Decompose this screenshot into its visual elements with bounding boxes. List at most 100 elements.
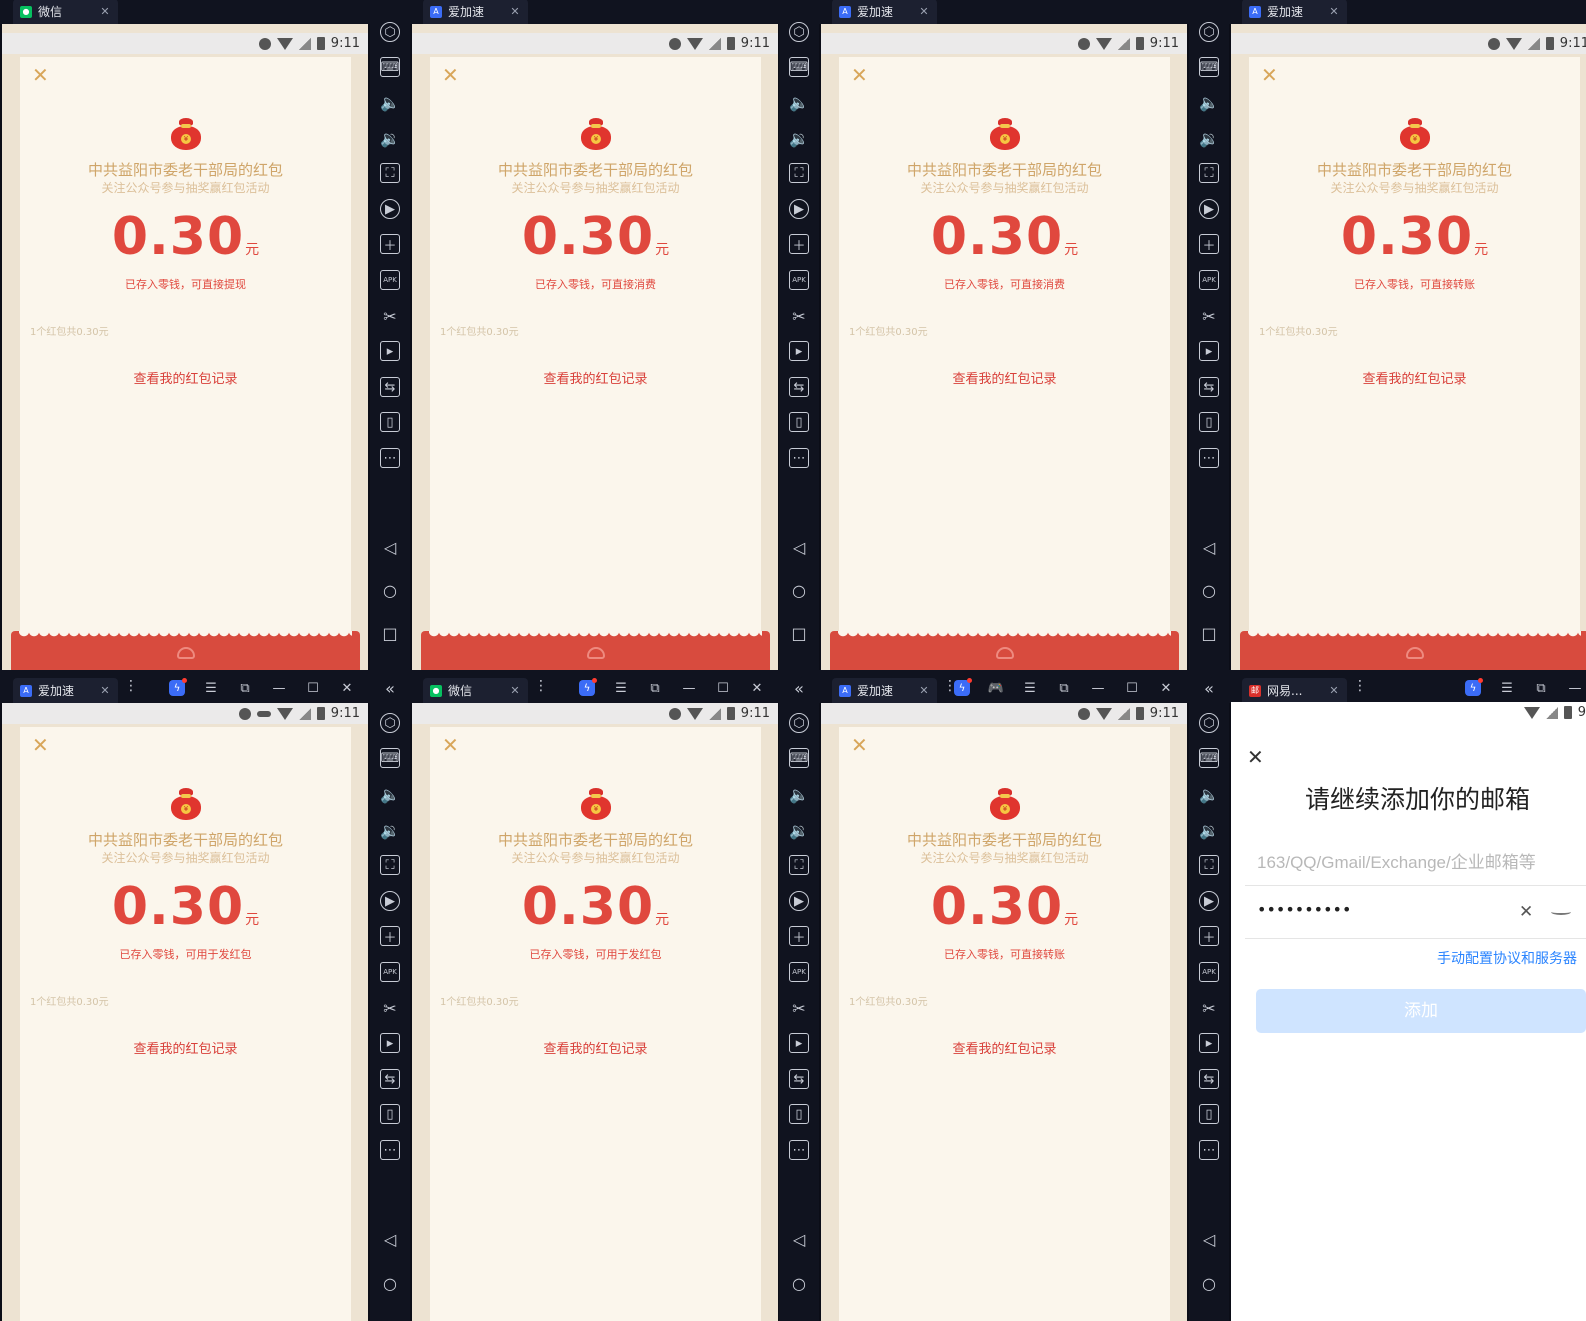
record-icon[interactable]: ▶: [1199, 199, 1219, 219]
scissors-icon[interactable]: ✂: [380, 306, 400, 326]
apk-install-icon[interactable]: APK: [1199, 962, 1219, 982]
close-icon[interactable]: ✕: [442, 65, 459, 85]
record-icon[interactable]: ▶: [380, 199, 400, 219]
close-window-icon[interactable]: ✕: [1149, 678, 1183, 698]
close-icon[interactable]: ✕: [1247, 745, 1264, 769]
maximize-icon[interactable]: ☐: [1115, 678, 1149, 698]
keyboard-icon[interactable]: ⌨: [380, 748, 400, 768]
video-icon[interactable]: ▸: [1199, 341, 1219, 361]
minimize-icon[interactable]: —: [672, 678, 706, 698]
maximize-icon[interactable]: ☐: [706, 678, 740, 698]
close-tab-icon[interactable]: ✕: [508, 684, 522, 697]
recents-nav-icon[interactable]: □: [789, 623, 809, 643]
shake-icon[interactable]: ▯: [1199, 412, 1219, 432]
menu-icon[interactable]: ☰: [1490, 678, 1524, 698]
back-nav-icon[interactable]: ◁: [789, 537, 809, 557]
record-icon[interactable]: ▶: [789, 891, 809, 911]
multi-window-icon[interactable]: ＋: [789, 926, 809, 946]
multi-window-icon[interactable]: ＋: [1199, 926, 1219, 946]
window-tab[interactable]: A 爱加速 ✕: [832, 678, 937, 703]
back-nav-icon[interactable]: ◁: [380, 537, 400, 557]
kebab-menu-icon[interactable]: ⋮: [534, 678, 548, 694]
shake-icon[interactable]: ▯: [380, 412, 400, 432]
more-icon[interactable]: ⋯: [789, 1140, 809, 1160]
gamepad-icon[interactable]: 🎮: [979, 678, 1013, 698]
view-records-link[interactable]: 查看我的红包记录: [20, 368, 351, 387]
collapse-sidebar-icon[interactable]: «: [380, 678, 400, 698]
shake-icon[interactable]: ▯: [1199, 1104, 1219, 1124]
minimize-icon[interactable]: —: [1081, 678, 1115, 698]
accelerator-icon[interactable]: ϟ: [160, 678, 194, 698]
home-nav-icon[interactable]: ○: [380, 580, 400, 600]
manual-config-link[interactable]: 手动配置协议和服务器: [1437, 948, 1577, 968]
window-tab[interactable]: A 爱加速 ✕: [13, 678, 118, 703]
back-nav-icon[interactable]: ◁: [1199, 1229, 1219, 1249]
sync-icon[interactable]: ⇆: [789, 1069, 809, 1089]
keyboard-icon[interactable]: ⌨: [1199, 748, 1219, 768]
window-tab[interactable]: ● 微信 ✕: [423, 678, 528, 703]
apk-install-icon[interactable]: APK: [789, 270, 809, 290]
window-tab[interactable]: 邮网易... ✕: [1242, 678, 1347, 703]
recents-nav-icon[interactable]: □: [380, 623, 400, 643]
accelerator-icon[interactable]: ϟ: [1456, 678, 1490, 698]
screenshot-icon[interactable]: ⛶: [380, 163, 400, 183]
view-records-link[interactable]: 查看我的红包记录: [1249, 368, 1580, 387]
accelerator-icon[interactable]: ϟ: [945, 678, 979, 698]
settings-hex-icon[interactable]: ⬡: [1199, 22, 1219, 42]
video-icon[interactable]: ▸: [789, 1033, 809, 1053]
volume-down-icon[interactable]: 🔉: [789, 820, 809, 840]
settings-hex-icon[interactable]: ⬡: [1199, 713, 1219, 733]
volume-up-icon[interactable]: 🔈: [380, 92, 400, 112]
collapse-sidebar-icon[interactable]: «: [789, 678, 809, 698]
view-records-link[interactable]: 查看我的红包记录: [839, 1038, 1170, 1057]
video-icon[interactable]: ▸: [380, 341, 400, 361]
maximize-icon[interactable]: ☐: [296, 678, 330, 698]
settings-hex-icon[interactable]: ⬡: [380, 22, 400, 42]
apk-install-icon[interactable]: APK: [1199, 270, 1219, 290]
shake-icon[interactable]: ▯: [789, 412, 809, 432]
home-nav-icon[interactable]: ○: [789, 1273, 809, 1293]
password-field[interactable]: ••••••••••: [1245, 897, 1586, 939]
shake-icon[interactable]: ▯: [789, 1104, 809, 1124]
video-icon[interactable]: ▸: [789, 341, 809, 361]
close-tab-icon[interactable]: ✕: [98, 684, 112, 697]
pin-window-icon[interactable]: ⧉: [638, 678, 672, 698]
clear-icon[interactable]: ✕: [1519, 902, 1533, 922]
kebab-menu-icon[interactable]: ⋮: [124, 678, 138, 694]
sync-icon[interactable]: ⇆: [380, 377, 400, 397]
volume-up-icon[interactable]: 🔈: [1199, 784, 1219, 804]
close-window-icon[interactable]: ✕: [740, 678, 774, 698]
sync-icon[interactable]: ⇆: [789, 377, 809, 397]
recents-nav-icon[interactable]: □: [1199, 623, 1219, 643]
multi-window-icon[interactable]: ＋: [380, 234, 400, 254]
video-icon[interactable]: ▸: [1199, 1033, 1219, 1053]
volume-down-icon[interactable]: 🔉: [789, 128, 809, 148]
more-icon[interactable]: ⋯: [1199, 1140, 1219, 1160]
menu-icon[interactable]: ☰: [194, 678, 228, 698]
shake-icon[interactable]: ▯: [380, 1104, 400, 1124]
close-icon[interactable]: ✕: [1261, 65, 1278, 85]
pin-window-icon[interactable]: ⧉: [1047, 678, 1081, 698]
settings-hex-icon[interactable]: ⬡: [789, 713, 809, 733]
kebab-menu-icon[interactable]: ⋮: [1353, 678, 1367, 694]
more-icon[interactable]: ⋯: [380, 448, 400, 468]
view-records-link[interactable]: 查看我的红包记录: [839, 368, 1170, 387]
pin-window-icon[interactable]: ⧉: [1524, 678, 1558, 698]
screenshot-icon[interactable]: ⛶: [1199, 163, 1219, 183]
home-nav-icon[interactable]: ○: [1199, 580, 1219, 600]
record-icon[interactable]: ▶: [1199, 891, 1219, 911]
apk-install-icon[interactable]: APK: [380, 270, 400, 290]
back-nav-icon[interactable]: ◁: [1199, 537, 1219, 557]
more-icon[interactable]: ⋯: [380, 1140, 400, 1160]
volume-down-icon[interactable]: 🔉: [1199, 820, 1219, 840]
sync-icon[interactable]: ⇆: [1199, 377, 1219, 397]
window-tab[interactable]: ● 微信 ✕: [13, 0, 118, 24]
close-window-icon[interactable]: ✕: [330, 678, 364, 698]
record-icon[interactable]: ▶: [380, 891, 400, 911]
pin-window-icon[interactable]: ⧉: [228, 678, 262, 698]
volume-down-icon[interactable]: 🔉: [380, 820, 400, 840]
screenshot-icon[interactable]: ⛶: [380, 855, 400, 875]
minimize-icon[interactable]: —: [1558, 678, 1586, 698]
home-nav-icon[interactable]: ○: [380, 1273, 400, 1293]
settings-hex-icon[interactable]: ⬡: [380, 713, 400, 733]
